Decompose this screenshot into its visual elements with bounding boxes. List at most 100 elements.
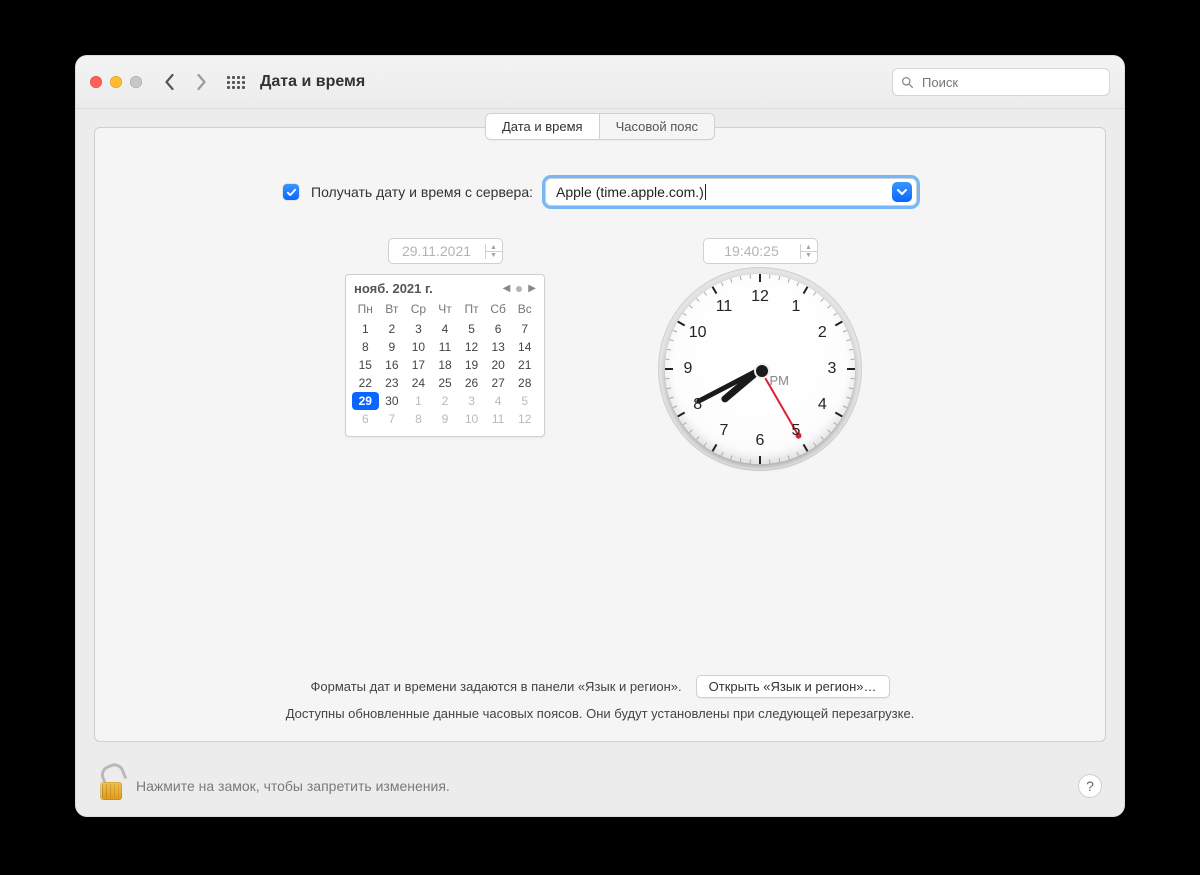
tab-bar: Дата и время Часовой пояс <box>485 113 715 140</box>
clock-numeral: 7 <box>720 422 729 440</box>
tab-timezone[interactable]: Часовой пояс <box>599 114 714 139</box>
calendar-today-button[interactable] <box>516 286 522 292</box>
auto-set-checkbox[interactable] <box>283 184 299 200</box>
calendar-day[interactable]: 28 <box>511 374 538 392</box>
formats-hint: Форматы дат и времени задаются в панели … <box>310 679 681 694</box>
calendar-day[interactable]: 21 <box>511 356 538 374</box>
clock-numeral: 8 <box>693 396 702 414</box>
calendar-day[interactable]: 3 <box>458 392 485 410</box>
calendar-day[interactable]: 10 <box>458 410 485 428</box>
lock-icon[interactable] <box>98 770 124 802</box>
chevron-down-icon[interactable] <box>892 182 912 202</box>
date-field[interactable] <box>389 242 485 260</box>
calendar-day[interactable]: 16 <box>379 356 406 374</box>
clock-numeral: 2 <box>818 324 827 342</box>
clock-numeral: 9 <box>684 360 693 378</box>
help-button[interactable]: ? <box>1078 774 1102 798</box>
time-server-value: Apple (time.apple.com.) <box>556 184 704 200</box>
clock-numeral: 6 <box>756 432 765 450</box>
time-step-down[interactable]: ▼ <box>801 251 817 259</box>
calendar-day[interactable]: 7 <box>511 320 538 338</box>
back-button[interactable] <box>160 73 178 91</box>
date-step-up[interactable]: ▲ <box>486 244 502 251</box>
timezone-update-note: Доступны обновленные данные часовых пояс… <box>95 706 1105 721</box>
calendar-day[interactable]: 25 <box>432 374 459 392</box>
calendar-day[interactable]: 2 <box>432 392 459 410</box>
calendar-day[interactable]: 3 <box>405 320 432 338</box>
calendar-day[interactable]: 6 <box>352 410 379 428</box>
calendar-day[interactable]: 18 <box>432 356 459 374</box>
calendar: нояб. 2021 г. ◀ ▶ ПнВтСрЧтПтСбВс12345678… <box>345 274 545 437</box>
calendar-day[interactable]: 15 <box>352 356 379 374</box>
analog-clock: PM 123456789101112 <box>665 274 855 464</box>
clock-numeral: 5 <box>792 422 801 440</box>
calendar-day[interactable]: 5 <box>511 392 538 410</box>
calendar-day[interactable]: 19 <box>458 356 485 374</box>
open-language-region-button[interactable]: Открыть «Язык и регион»… <box>696 675 890 698</box>
auto-set-label: Получать дату и время с сервера: <box>311 184 533 200</box>
minimize-window-button[interactable] <box>110 76 122 88</box>
date-step-down[interactable]: ▼ <box>486 251 502 259</box>
show-all-button[interactable] <box>226 72 246 92</box>
lock-footer: Нажмите на замок, чтобы запретить измене… <box>76 756 1124 816</box>
calendar-day[interactable]: 27 <box>485 374 512 392</box>
clock-numeral: 1 <box>792 298 801 316</box>
calendar-dow: Вс <box>511 300 538 320</box>
calendar-day[interactable]: 14 <box>511 338 538 356</box>
calendar-dow: Пн <box>352 300 379 320</box>
calendar-day[interactable]: 6 <box>485 320 512 338</box>
calendar-prev-button[interactable]: ◀ <box>503 283 511 294</box>
calendar-dow: Пт <box>458 300 485 320</box>
calendar-day[interactable]: 20 <box>485 356 512 374</box>
calendar-day[interactable]: 11 <box>485 410 512 428</box>
calendar-day[interactable]: 1 <box>352 320 379 338</box>
content-panel: Дата и время Часовой пояс Получать дату … <box>94 127 1106 742</box>
calendar-day[interactable]: 17 <box>405 356 432 374</box>
calendar-day[interactable]: 8 <box>352 338 379 356</box>
calendar-day[interactable]: 10 <box>405 338 432 356</box>
calendar-day[interactable]: 8 <box>405 410 432 428</box>
time-server-combo[interactable]: Apple (time.apple.com.) <box>545 178 917 206</box>
search-input[interactable] <box>920 74 1101 91</box>
ampm-label: PM <box>770 373 790 388</box>
calendar-day[interactable]: 26 <box>458 374 485 392</box>
calendar-day[interactable]: 4 <box>432 320 459 338</box>
calendar-day[interactable]: 22 <box>352 374 379 392</box>
forward-button[interactable] <box>192 73 210 91</box>
zoom-window-button[interactable] <box>130 76 142 88</box>
calendar-day[interactable]: 30 <box>379 392 406 410</box>
clock-pivot <box>754 363 770 379</box>
calendar-dow: Вт <box>379 300 406 320</box>
search-field[interactable] <box>892 68 1110 96</box>
calendar-day[interactable]: 9 <box>379 338 406 356</box>
time-step-up[interactable]: ▲ <box>801 244 817 251</box>
calendar-day[interactable]: 11 <box>432 338 459 356</box>
clock-numeral: 3 <box>828 360 837 378</box>
date-stepper[interactable]: ▲ ▼ <box>388 238 503 264</box>
clock-numeral: 12 <box>751 288 769 306</box>
calendar-day[interactable]: 12 <box>511 410 538 428</box>
prefs-window: Дата и время Дата и время Часовой пояс П… <box>75 55 1125 817</box>
calendar-day[interactable]: 12 <box>458 338 485 356</box>
clock-numeral: 10 <box>689 324 707 342</box>
calendar-day[interactable]: 29 <box>352 392 379 410</box>
calendar-day[interactable]: 13 <box>485 338 512 356</box>
lock-hint: Нажмите на замок, чтобы запретить измене… <box>136 778 450 794</box>
time-field[interactable] <box>704 242 800 260</box>
window-controls <box>90 76 142 88</box>
tab-datetime[interactable]: Дата и время <box>486 114 599 139</box>
calendar-day[interactable]: 24 <box>405 374 432 392</box>
clock-numeral: 4 <box>818 396 827 414</box>
time-stepper[interactable]: ▲ ▼ <box>703 238 818 264</box>
calendar-day[interactable]: 9 <box>432 410 459 428</box>
calendar-day[interactable]: 2 <box>379 320 406 338</box>
calendar-day[interactable]: 1 <box>405 392 432 410</box>
calendar-next-button[interactable]: ▶ <box>528 283 536 294</box>
window-title: Дата и время <box>260 73 365 91</box>
calendar-day[interactable]: 7 <box>379 410 406 428</box>
calendar-day[interactable]: 5 <box>458 320 485 338</box>
calendar-day[interactable]: 23 <box>379 374 406 392</box>
text-cursor <box>705 184 706 200</box>
close-window-button[interactable] <box>90 76 102 88</box>
calendar-day[interactable]: 4 <box>485 392 512 410</box>
